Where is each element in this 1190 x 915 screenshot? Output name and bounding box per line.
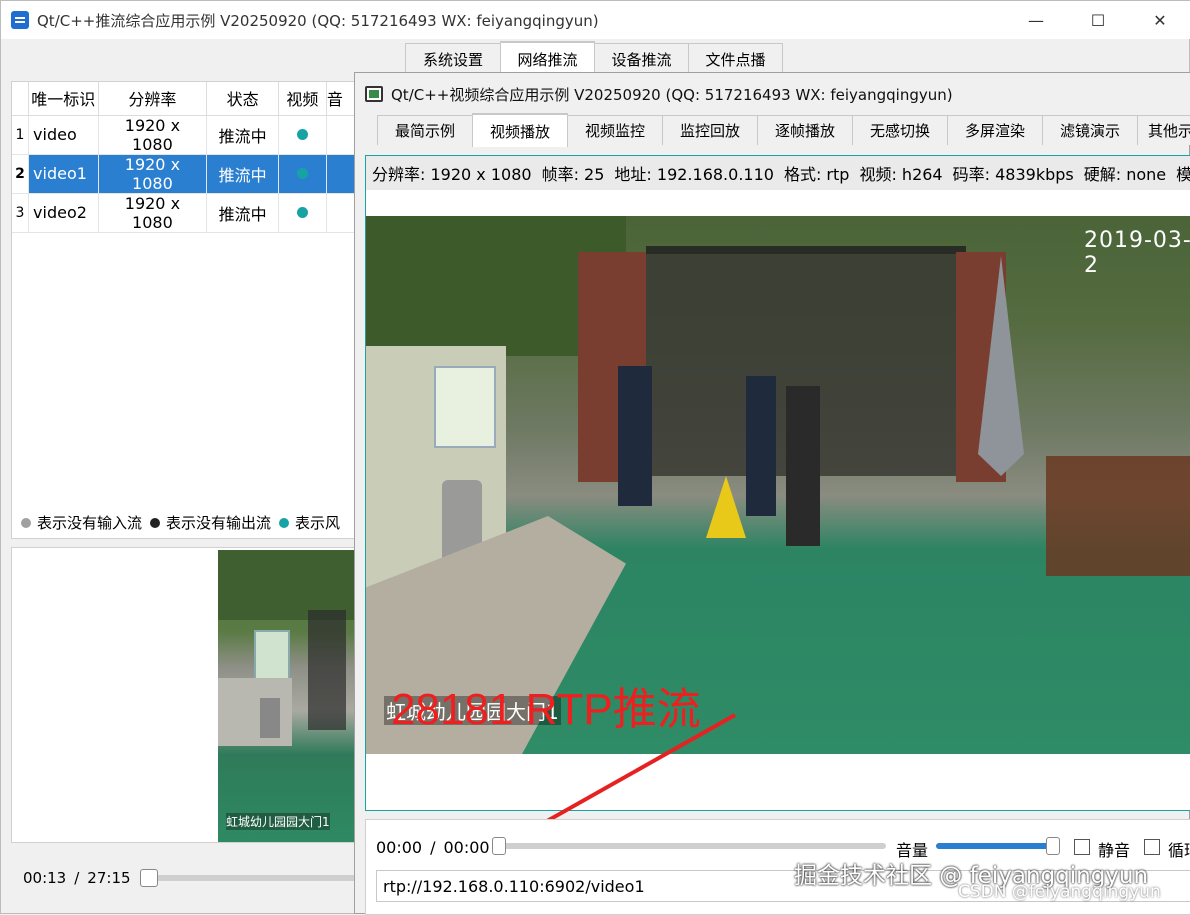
player-progress-slider[interactable]	[494, 843, 886, 849]
cell-id: video	[28, 115, 99, 155]
black-dot-icon	[150, 517, 161, 528]
column-header[interactable]: 分辨率	[98, 82, 208, 116]
cell-video	[278, 193, 327, 233]
row-number: 2	[12, 154, 30, 194]
row-number: 1	[12, 115, 30, 155]
app-icon	[365, 86, 383, 102]
video-window: Qt/C++视频综合应用示例 V20250920 (QQ: 517216493 …	[354, 72, 1190, 915]
cell-video	[278, 154, 327, 194]
player-progress-handle[interactable]	[492, 837, 506, 855]
row-number-header	[12, 82, 30, 116]
gray-dot-icon	[21, 517, 31, 528]
info-address: 地址: 192.168.0.110	[614, 165, 774, 184]
volume-slider[interactable]	[936, 843, 1058, 849]
cell-audio	[326, 193, 356, 233]
video-window-title: Qt/C++视频综合应用示例 V20250920 (QQ: 517216493 …	[391, 85, 953, 104]
cell-status: 推流中	[206, 193, 279, 233]
tab-network-push[interactable]: 网络推流	[500, 41, 595, 75]
video-tab-bar: 最简示例 视频播放 视频监控 监控回放 逐帧播放 无感切换 多屏渲染 滤镜演示 …	[377, 113, 1190, 147]
info-bitrate: 码率: 4839kbps	[952, 165, 1074, 184]
cell-audio	[326, 154, 356, 194]
time-separator: /	[74, 869, 80, 887]
loop-checkbox[interactable]	[1144, 839, 1160, 855]
column-header[interactable]: 音	[326, 82, 356, 116]
minimize-button[interactable]: —	[1005, 1, 1067, 39]
preview-video[interactable]: 虹城幼儿园园大门1	[218, 550, 356, 842]
row-number: 3	[12, 193, 30, 233]
stream-table-panel: 唯一标识 分辨率 状态 视频 音 1 video 1920 x 1080 推流中…	[11, 81, 357, 539]
tab-filter-demo[interactable]: 滤镜演示	[1042, 115, 1138, 145]
tab-file-vod[interactable]: 文件点播	[688, 43, 783, 75]
legend-streaming: 表示风	[295, 514, 341, 532]
cell-status: 推流中	[206, 115, 279, 155]
cell-id: video2	[28, 193, 99, 233]
column-header[interactable]: 唯一标识	[28, 82, 99, 116]
tab-seamless-switch[interactable]: 无感切换	[852, 115, 948, 145]
video-info-bar: 分辨率: 1920 x 1080 帧率: 25 地址: 192.168.0.11…	[366, 156, 1190, 190]
playback-bar: 00:13 / 27:15	[11, 853, 357, 903]
video-status-dot	[296, 129, 308, 140]
main-tab-bar: 系统设置 网络推流 设备推流 文件点播	[405, 41, 783, 75]
tab-video-monitor[interactable]: 视频监控	[567, 115, 663, 145]
tab-frame-step[interactable]: 逐帧播放	[757, 115, 853, 145]
window-title: Qt/C++推流综合应用示例 V20250920 (QQ: 517216493 …	[37, 11, 599, 30]
video-window-title-bar: Qt/C++视频综合应用示例 V20250920 (QQ: 517216493 …	[355, 73, 1190, 115]
cell-audio	[326, 115, 356, 155]
cell-id: video1	[28, 154, 99, 194]
title-bar: Qt/C++推流综合应用示例 V20250920 (QQ: 517216493 …	[1, 1, 1190, 39]
info-mode: 模	[1176, 161, 1190, 185]
teal-dot-icon	[279, 517, 290, 528]
cell-resolution: 1920 x 1080	[98, 154, 208, 194]
progress-slider[interactable]	[141, 875, 357, 881]
info-video: 视频: h264	[859, 165, 943, 184]
cell-status: 推流中	[206, 154, 279, 194]
tab-video-play[interactable]: 视频播放	[472, 113, 568, 147]
video-status-dot	[296, 168, 308, 179]
cell-resolution: 1920 x 1080	[98, 193, 208, 233]
volume-handle[interactable]	[1046, 837, 1061, 855]
tab-device-push[interactable]: 设备推流	[594, 43, 689, 75]
table-header: 唯一标识 分辨率 状态 视频 音	[12, 82, 356, 116]
watermark-csdn: CSDN @feiyangqingyun	[958, 882, 1161, 902]
info-resolution: 分辨率: 1920 x 1080	[372, 165, 532, 184]
tab-simple-demo[interactable]: 最简示例	[377, 115, 473, 145]
close-button[interactable]: ✕	[1129, 1, 1190, 39]
stream-table: 唯一标识 分辨率 状态 视频 音 1 video 1920 x 1080 推流中…	[12, 82, 356, 233]
osd-datetime: 2019-03-2	[1084, 228, 1190, 278]
progress-handle[interactable]	[140, 869, 158, 887]
preview-panel: 虹城幼儿园园大门1	[11, 547, 357, 843]
loop-label: 循环	[1168, 841, 1190, 860]
preview-caption: 虹城幼儿园园大门1	[226, 813, 330, 830]
position-time: 00:13	[23, 869, 67, 887]
app-icon	[11, 11, 29, 29]
player-duration: 00:00	[443, 838, 490, 857]
tab-monitor-playback[interactable]: 监控回放	[662, 115, 758, 145]
cell-video	[278, 115, 327, 155]
tab-multi-screen[interactable]: 多屏渲染	[947, 115, 1043, 145]
info-fps: 帧率: 25	[541, 165, 605, 184]
cell-resolution: 1920 x 1080	[98, 115, 208, 155]
duration-time: 27:15	[87, 869, 131, 887]
tab-system-settings[interactable]: 系统设置	[405, 43, 501, 75]
url-value: rtp://192.168.0.110:6902/video1	[383, 876, 645, 896]
info-format: 格式: rtp	[783, 165, 850, 184]
mute-checkbox[interactable]	[1074, 839, 1090, 855]
table-row[interactable]: 1 video 1920 x 1080 推流中	[12, 115, 356, 155]
tab-others[interactable]: 其他示	[1137, 115, 1190, 145]
legend-no-input: 表示没有输入流	[37, 514, 143, 532]
info-hwdec: 硬解: none	[1083, 165, 1167, 184]
table-row[interactable]: 3 video2 1920 x 1080 推流中	[12, 193, 356, 233]
legend-no-output: 表示没有输出流	[166, 514, 272, 532]
player-time-separator: /	[430, 838, 436, 857]
video-status-dot	[296, 207, 308, 218]
column-header[interactable]: 视频	[278, 82, 327, 116]
player-position: 00:00	[376, 838, 423, 857]
column-header[interactable]: 状态	[206, 82, 279, 116]
status-legend: 表示没有输入流 表示没有输出流 表示风	[19, 512, 355, 533]
maximize-button[interactable]: ☐	[1067, 1, 1129, 39]
table-row[interactable]: 2 video1 1920 x 1080 推流中	[12, 154, 356, 194]
